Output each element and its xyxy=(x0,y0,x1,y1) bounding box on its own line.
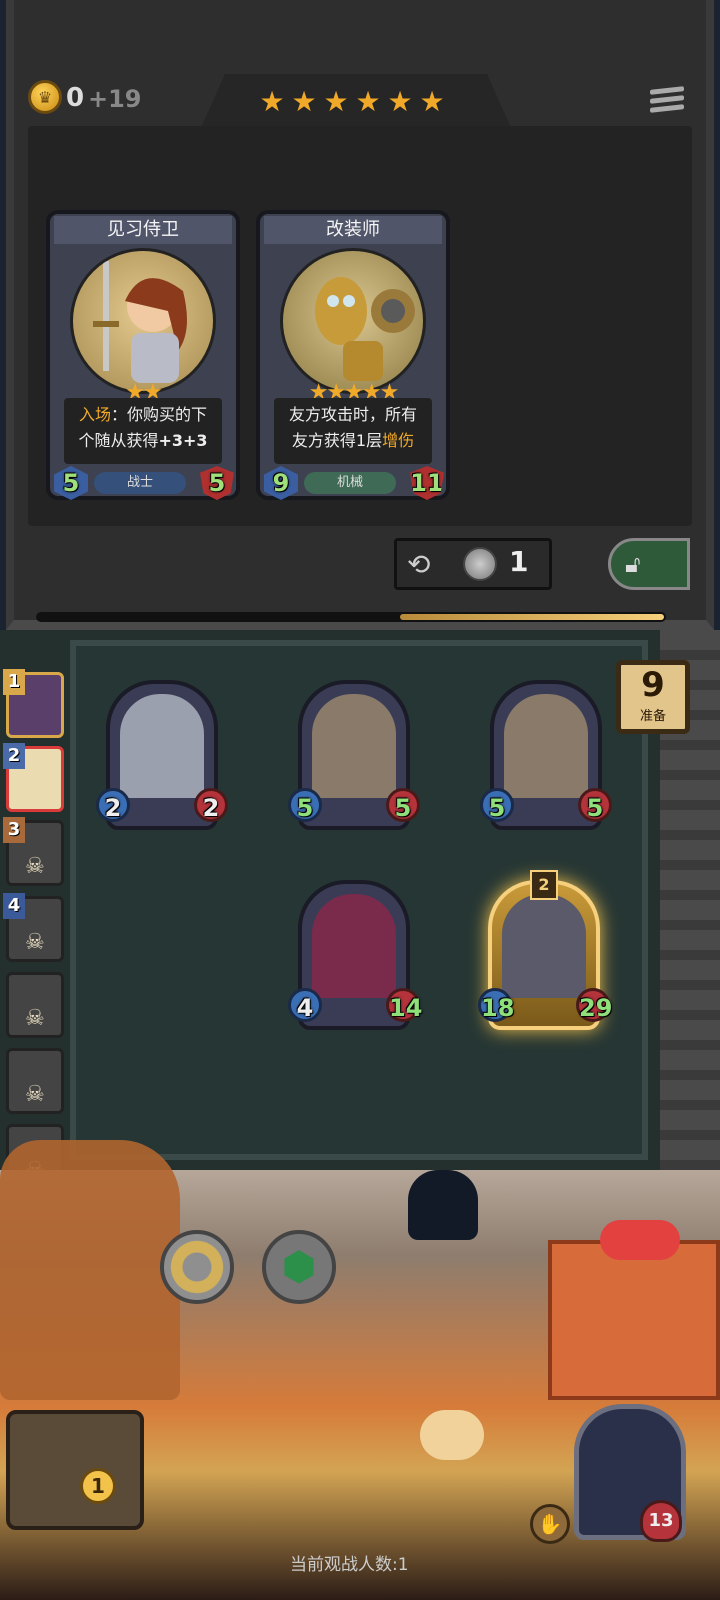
board-minion[interactable]: 5 5 xyxy=(480,680,612,830)
rank-badge: 4 xyxy=(3,893,25,919)
refresh-coin-icon xyxy=(463,547,497,581)
minion-art-airship xyxy=(312,694,396,798)
tavern-tier: 1 xyxy=(80,1468,116,1504)
minion-attack: 5 xyxy=(288,788,322,822)
shop-card[interactable]: 改装师 ★★★★★ 友方攻击时，所有 友方获得1层增伤 机械 9 11 xyxy=(256,210,450,500)
spectator-count: 当前观战人数:1 xyxy=(290,1555,409,1575)
gold-income: +19 xyxy=(88,85,142,113)
skull-icon: ☠ xyxy=(25,1082,45,1107)
ready-label: 准备 xyxy=(639,709,666,724)
player-roster-item[interactable]: 2 xyxy=(3,743,64,812)
gold-amount: 0 xyxy=(66,83,85,113)
minion-health: 29 xyxy=(576,988,612,1022)
card-attack: 9 xyxy=(264,466,298,500)
card-description: 入场：你购买的下 个随从获得+3+3 xyxy=(64,398,222,464)
card-tribe: 战士 xyxy=(94,472,186,494)
minion-art-pumpkin xyxy=(502,894,586,998)
board-minion-golden[interactable]: 2 18 29 xyxy=(478,870,612,1030)
hero-power-button[interactable]: ✋ xyxy=(530,1504,570,1544)
minion-art-clown xyxy=(312,894,396,998)
green-token-slot[interactable]: ⬢ xyxy=(262,1230,336,1304)
gold-coin-icon: ♛ xyxy=(28,80,62,114)
star-icon: ★ xyxy=(323,85,349,118)
minion-attack: 5 xyxy=(480,788,514,822)
player-roster-item[interactable]: ☠ xyxy=(6,972,64,1038)
shop-card[interactable]: 见习侍卫 ★★ 入场：你购买的下 个随从获得+3+3 战士 5 5 xyxy=(46,210,240,500)
hex-nut-icon: ⬢ xyxy=(281,1244,317,1290)
tavern-upgrade-button[interactable] xyxy=(6,1410,144,1530)
card-attack: 5 xyxy=(54,466,88,500)
star-icon: ★ xyxy=(419,85,445,118)
turn-timer-fill xyxy=(400,614,664,620)
card-text: ：你购买的下 xyxy=(111,405,208,424)
minion-health: 14 xyxy=(386,988,422,1022)
gift-ribbon-decoration xyxy=(600,1220,680,1260)
skull-icon: ☠ xyxy=(25,854,45,879)
card-tribe: 机械 xyxy=(304,472,396,494)
gift-box-decoration xyxy=(548,1240,720,1400)
skull-icon: ☠ xyxy=(25,1006,45,1031)
rank-badge: 2 xyxy=(3,743,25,769)
rank-badge: 1 xyxy=(3,669,25,695)
card-text: 友方攻击时，所有 xyxy=(288,405,417,424)
card-name: 改装师 xyxy=(264,216,442,244)
minion-attack: 2 xyxy=(96,788,130,822)
minion-art-airship xyxy=(504,694,588,798)
star-icon: ★ xyxy=(387,85,413,118)
black-cat-decoration xyxy=(408,1170,478,1240)
card-text: 个随从获得 xyxy=(78,431,159,450)
player-roster-item[interactable]: 3 ☠ xyxy=(3,817,64,886)
star-icon: ★ xyxy=(259,85,285,118)
board-minion[interactable]: 2 2 xyxy=(96,680,228,830)
card-health: 5 xyxy=(200,466,234,500)
card-text-buff: +3+3 xyxy=(158,431,208,450)
card-portrait-knight xyxy=(70,248,216,394)
minion-health: 5 xyxy=(386,788,420,822)
refresh-cost: 1 xyxy=(509,545,529,578)
minion-health: 5 xyxy=(578,788,612,822)
gold-token-slot[interactable] xyxy=(160,1230,234,1304)
minion-health: 2 xyxy=(194,788,228,822)
rank-badge: 3 xyxy=(3,817,25,843)
card-text: 友方获得1层 xyxy=(291,431,383,450)
minion-attack: 4 xyxy=(288,988,322,1022)
hero-health: 13 xyxy=(640,1500,682,1542)
card-portrait-robot xyxy=(280,248,426,394)
ready-counter: 9 准备 xyxy=(616,660,690,734)
minion-attack: 18 xyxy=(478,988,514,1022)
board-minion[interactable]: 5 5 xyxy=(288,680,420,830)
lock-icon: 🔓︎ xyxy=(625,550,641,578)
player-roster-item[interactable]: 1 xyxy=(3,669,64,738)
lock-shop-button[interactable]: 🔓︎ xyxy=(608,538,690,590)
board-minion[interactable]: 4 14 xyxy=(288,880,422,1030)
star-icon: ★ xyxy=(291,85,317,118)
refresh-button[interactable]: ⟲ 1 xyxy=(394,538,552,590)
card-health: 11 xyxy=(410,466,444,500)
ready-count: 9 xyxy=(641,665,665,705)
star-icon: ★ xyxy=(355,85,381,118)
skull-icon: ☠ xyxy=(25,930,45,955)
player-roster-item[interactable]: 4 ☠ xyxy=(3,893,64,962)
rocking-horse-decoration xyxy=(0,1140,180,1400)
minion-art-robot xyxy=(120,694,204,798)
keyword-damage-up: 增伤 xyxy=(382,431,415,450)
player-roster-item[interactable]: ☠ xyxy=(6,1048,64,1114)
menu-icon[interactable] xyxy=(650,84,684,118)
refresh-icon: ⟲ xyxy=(407,548,431,581)
bread-decoration xyxy=(420,1410,484,1460)
minion-tier-badge: 2 xyxy=(530,870,558,900)
keyword-battlecry: 入场 xyxy=(78,405,111,424)
card-name: 见习侍卫 xyxy=(54,216,232,244)
card-description: 友方攻击时，所有 友方获得1层增伤 xyxy=(274,398,432,464)
